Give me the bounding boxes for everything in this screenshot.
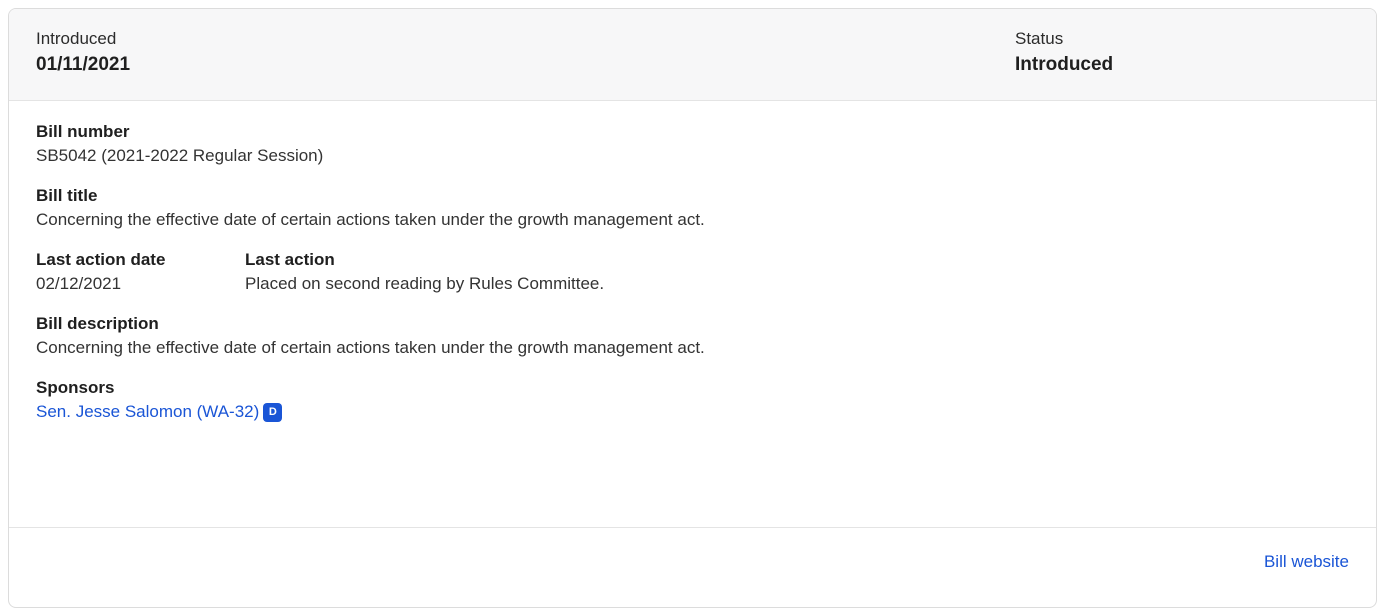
sponsor-entry: Sen. Jesse Salomon (WA-32) D: [36, 400, 1349, 424]
bill-card: Introduced 01/11/2021 Status Introduced …: [8, 8, 1377, 608]
last-action-date-value: 02/12/2021: [36, 274, 122, 293]
sponsor-link[interactable]: Sen. Jesse Salomon (WA-32): [36, 402, 259, 421]
introduced-date: 01/11/2021: [36, 54, 131, 75]
bill-number-label: Bill number: [36, 122, 130, 141]
bill-title-value: Concerning the effective date of certain…: [36, 210, 705, 229]
bill-description-value: Concerning the effective date of certain…: [36, 338, 705, 357]
card-footer: Bill website: [9, 528, 1376, 607]
card-header: Introduced 01/11/2021 Status Introduced: [9, 9, 1376, 101]
status-block: Status Introduced: [1015, 28, 1113, 78]
last-action-date-label: Last action date: [36, 250, 166, 269]
last-action-label: Last action: [245, 250, 335, 269]
last-action-field: Last action Placed on second reading by …: [245, 249, 1349, 296]
bill-description-label: Bill description: [36, 314, 159, 333]
bill-number-value: SB5042 (2021-2022 Regular Session): [36, 146, 324, 165]
sponsors-label: Sponsors: [36, 378, 115, 397]
card-body: Bill number SB5042 (2021-2022 Regular Se…: [9, 101, 1376, 528]
last-action-row: Last action date 02/12/2021 Last action …: [36, 249, 1349, 296]
status-label: Status: [1015, 29, 1064, 48]
introduced-label: Introduced: [36, 29, 117, 48]
status-value: Introduced: [1015, 54, 1114, 75]
introduced-block: Introduced 01/11/2021: [36, 28, 130, 78]
bill-number-field: Bill number SB5042 (2021-2022 Regular Se…: [36, 121, 1349, 168]
sponsors-field: Sponsors Sen. Jesse Salomon (WA-32) D: [36, 377, 1349, 424]
bill-title-label: Bill title: [36, 186, 98, 205]
party-badge: D: [263, 403, 283, 422]
bill-description-field: Bill description Concerning the effectiv…: [36, 313, 1349, 360]
last-action-value: Placed on second reading by Rules Commit…: [245, 274, 605, 293]
last-action-date-field: Last action date 02/12/2021: [36, 249, 245, 296]
bill-website-link[interactable]: Bill website: [1264, 552, 1349, 572]
bill-title-field: Bill title Concerning the effective date…: [36, 185, 1349, 232]
